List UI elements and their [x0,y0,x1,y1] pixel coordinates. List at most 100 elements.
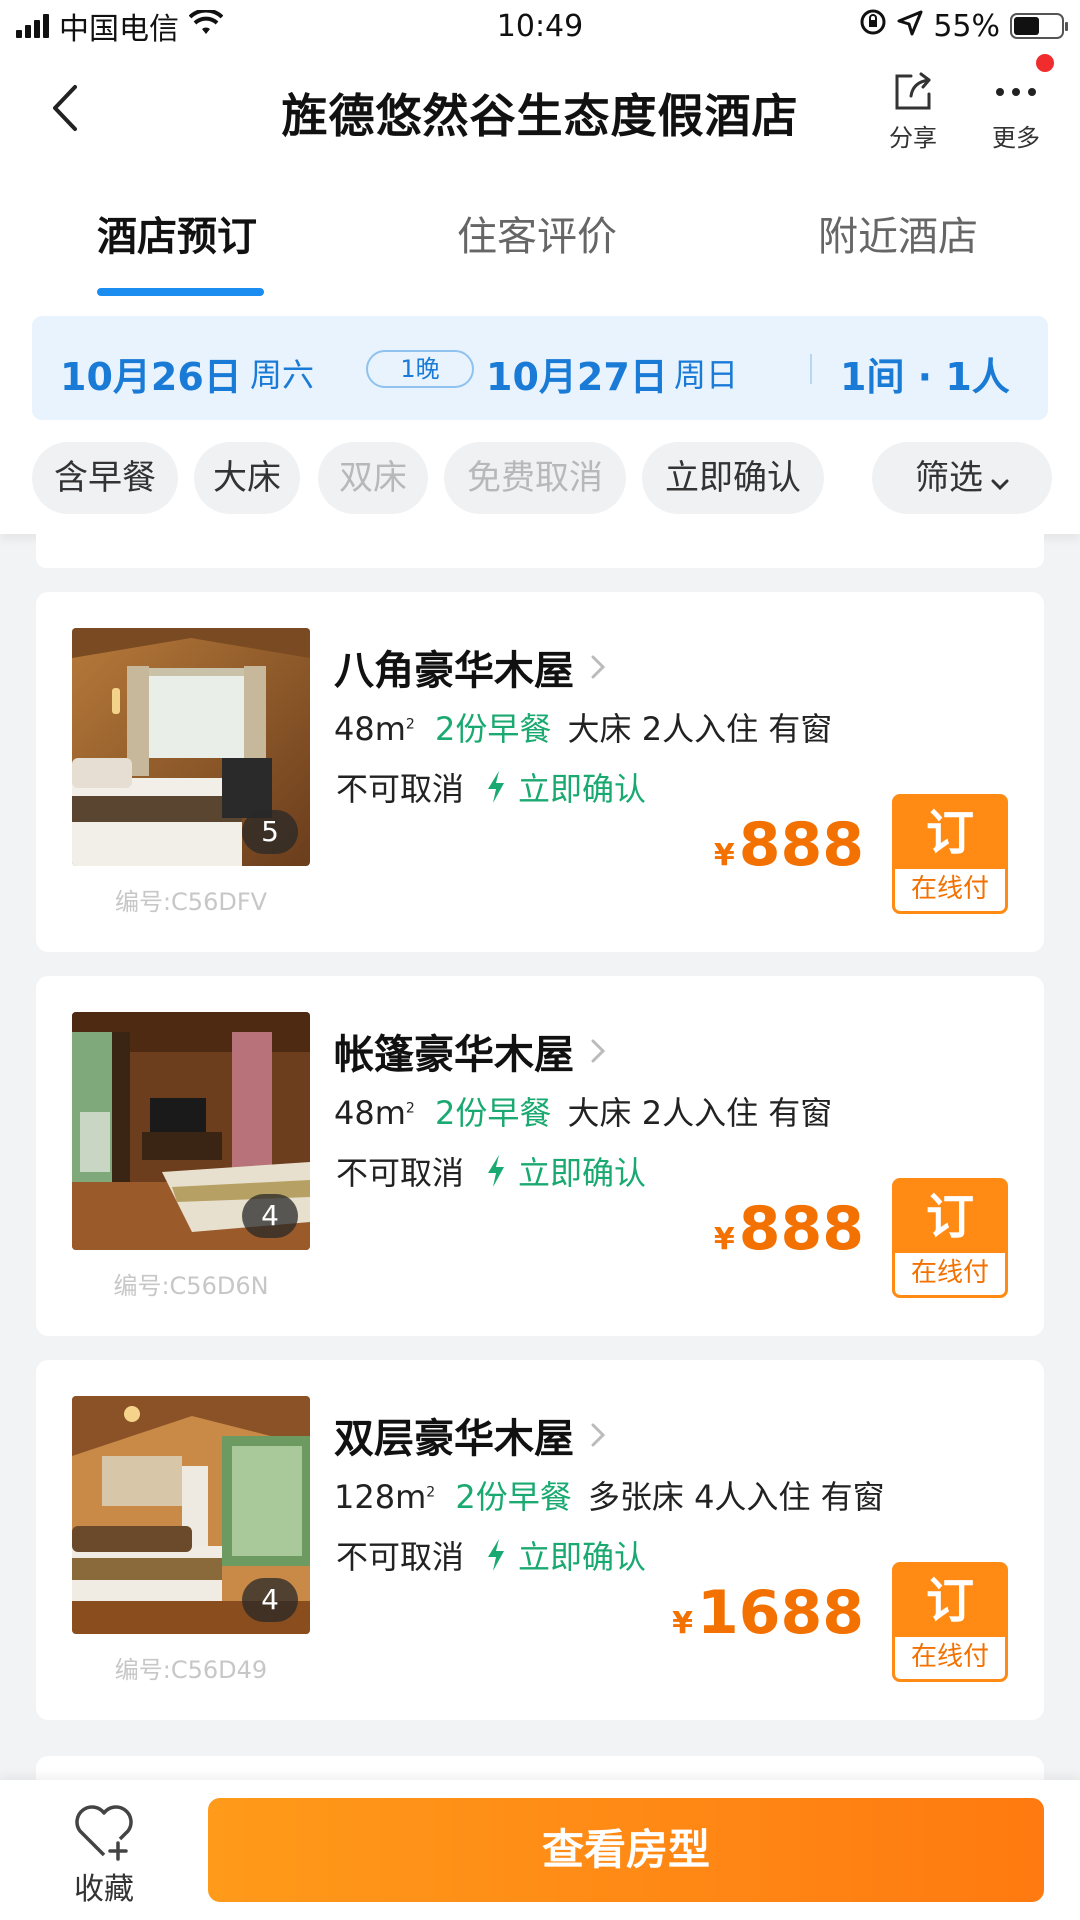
cancel-policy: 不可取消 [336,770,465,808]
header: 旌德悠然谷生态度假酒店 分享 更多 [0,52,1080,164]
room-details: 大床 2人入住 有窗 [567,1094,833,1132]
room-info: 128m2 2份早餐 多张床 4人入住 有窗 [334,1478,885,1516]
cancel-policy: 不可取消 [336,1538,465,1576]
photo-count: 4 [242,1578,298,1622]
filter-chip-twin-bed[interactable]: 双床 [318,442,428,514]
pay-online-label: 在线付 [895,1637,1005,1679]
room-name[interactable]: 八角豪华木屋 [334,638,606,696]
tab-nearby-hotels[interactable]: 附近酒店 [818,204,978,262]
watermark: 南京倔驴自驾 [824,1868,1030,1920]
book-button[interactable]: 订 在线付 [892,1178,1008,1298]
book-button[interactable]: 订 在线付 [892,1562,1008,1682]
chevron-right-icon [591,1039,606,1063]
checkout-date[interactable]: 10月27日 [486,346,668,401]
status-bar: 中国电信 10:49 55% [0,0,1080,52]
more-label: 更多 [992,124,1040,152]
filter-chip-king-bed[interactable]: 大床 [194,442,300,514]
checkin-date[interactable]: 10月26日 [60,346,242,401]
tab-guest-reviews[interactable]: 住客评价 [457,204,617,262]
book-label: 订 [925,1189,974,1245]
favorite-button[interactable]: 收藏 [64,1798,144,1908]
filter-chip-breakfast[interactable]: 含早餐 [32,442,178,514]
book-button[interactable]: 订 在线付 [892,794,1008,914]
divider [810,354,812,384]
previous-card-bottom [36,534,1044,568]
chevron-right-icon [591,655,606,679]
room-name[interactable]: 双层豪华木屋 [334,1406,606,1464]
room-name-text: 帐篷豪华木屋 [334,1032,574,1078]
wechat-icon [824,1904,864,1920]
nights-badge: 1晚 [366,350,474,388]
currency-symbol: ¥ [713,838,735,873]
room-card[interactable]: 5 编号:C56DFV 八角豪华木屋 48m2 2份早餐 大床 2人入住 有窗 … [36,592,1044,952]
date-section: 10月26日 周六 1晚 10月27日 周日 1间 · 1人 [0,300,1080,440]
cta-label: 查看房型 [541,1825,710,1874]
more-button[interactable]: 更多 [976,66,1056,153]
filter-label: 筛选 [915,458,983,498]
pay-online-label: 在线付 [895,1253,1005,1295]
instant-confirm: 立即确认 [518,1154,647,1192]
room-photo[interactable]: 4 [72,1012,310,1250]
photo-count: 5 [242,810,298,854]
room-price: ¥1688 [672,1578,864,1648]
room-price: ¥888 [714,1194,864,1264]
chevron-down-icon [991,444,1009,516]
view-room-types-button[interactable]: 查看房型 南京倔驴自驾 [208,1798,1044,1920]
chevron-right-icon [591,1423,606,1447]
room-policy: 不可取消 立即确认 [336,1532,646,1578]
room-area-unit: m [395,1478,427,1516]
lightning-icon [488,771,505,803]
active-tab-indicator [97,288,264,296]
room-photo[interactable]: 4 [72,1396,310,1634]
price-value: 1688 [697,1578,864,1648]
more-icon [976,66,1056,118]
tab-bar: 酒店预订 住客评价 附近酒店 [0,164,1080,300]
checkout-weekday: 周日 [674,356,739,394]
room-code: 编号:C56D6N [113,1272,269,1300]
room-details: 多张床 4人入住 有窗 [587,1478,885,1516]
room-area-unit: m [374,1094,406,1132]
book-label: 订 [925,1573,974,1629]
room-photo[interactable]: 5 [72,628,310,866]
watermark-text: 南京倔驴自驾 [873,1905,1030,1920]
currency-symbol: ¥ [713,1222,735,1257]
next-card-top [36,1756,1044,1780]
clock: 10:49 [496,8,584,44]
room-price: ¥888 [714,810,864,880]
filter-bar: 含早餐 大床 双床 免费取消 立即确认 筛选 [0,440,1080,534]
favorite-label: 收藏 [74,1872,134,1907]
breakfast-info: 2份早餐 [434,710,552,748]
share-label: 分享 [889,124,937,152]
battery-icon [1010,13,1068,39]
checkin-weekday: 周六 [250,356,315,394]
pay-online-label: 在线付 [895,869,1005,911]
room-name[interactable]: 帐篷豪华木屋 [334,1022,606,1080]
date-selector[interactable]: 10月26日 周六 1晚 10月27日 周日 1间 · 1人 [32,316,1048,420]
price-value: 888 [738,1194,864,1264]
room-card[interactable]: 4 编号:C56D49 双层豪华木屋 128m2 2份早餐 多张床 4人入住 有… [36,1360,1044,1720]
room-info: 48m2 2份早餐 大床 2人入住 有窗 [334,710,833,748]
filter-button[interactable]: 筛选 [872,442,1052,514]
lightning-icon [488,1539,505,1571]
tab-hotel-booking[interactable]: 酒店预订 [97,204,257,262]
room-name-text: 双层豪华木屋 [334,1416,574,1462]
breakfast-info: 2份早餐 [455,1478,572,1516]
photo-count: 4 [242,1194,298,1238]
share-button[interactable]: 分享 [873,66,953,153]
room-card[interactable]: 4 编号:C56D6N 帐篷豪华木屋 48m2 2份早餐 大床 2人入住 有窗 … [36,976,1044,1336]
price-value: 888 [738,810,864,880]
filter-chip-free-cancel[interactable]: 免费取消 [444,442,626,514]
room-code: 编号:C56D49 [114,1656,268,1684]
instant-confirm: 立即确认 [518,1538,647,1576]
room-guest-selector[interactable]: 1间 · 1人 [840,346,1010,401]
room-policy: 不可取消 立即确认 [336,764,646,810]
room-info: 48m2 2份早餐 大床 2人入住 有窗 [334,1094,833,1132]
heart-plus-icon [64,1798,144,1864]
room-area: 48 [334,710,375,748]
filter-chip-instant-confirm[interactable]: 立即确认 [642,442,824,514]
room-name-text: 八角豪华木屋 [334,648,574,694]
lightning-icon [488,1155,505,1187]
cancel-policy: 不可取消 [336,1154,465,1192]
instant-confirm: 立即确认 [518,770,647,808]
book-label: 订 [925,805,974,861]
